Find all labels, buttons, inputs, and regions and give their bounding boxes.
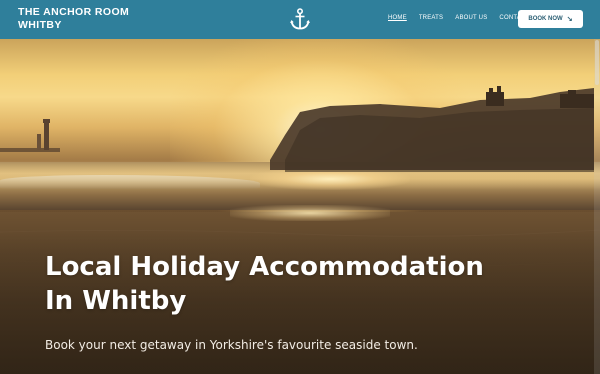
anchor-icon[interactable] xyxy=(289,8,311,31)
nav-link-about-us[interactable]: ABOUT US xyxy=(455,14,487,22)
page-scrollbar-track[interactable] xyxy=(594,39,600,374)
book-now-label: BOOK NOW xyxy=(528,16,563,22)
hero-headline-line-2: In Whitby xyxy=(45,286,187,316)
lighthouse xyxy=(44,122,49,150)
lighthouse-small xyxy=(37,134,41,150)
church xyxy=(560,94,594,108)
brand-line-1: THE ANCHOR ROOM xyxy=(18,6,130,18)
pier xyxy=(0,148,60,152)
nav-link-home[interactable]: HOME xyxy=(388,14,407,22)
hero-subheadline: Book your next getaway in Yorkshire's fa… xyxy=(45,338,418,352)
site-brand[interactable]: THE ANCHOR ROOM WHITBY xyxy=(18,6,129,32)
lighthouse-top xyxy=(43,119,50,123)
headland-shadow xyxy=(285,108,594,172)
arrow-down-right-icon: ↘ xyxy=(566,16,573,23)
hero-headline: Local Holiday Accommodation In Whitby xyxy=(45,250,565,318)
hero-headline-line-1: Local Holiday Accommodation xyxy=(45,252,484,282)
nav-link-treats[interactable]: TREATS xyxy=(419,14,443,22)
book-now-button[interactable]: BOOK NOW ↘ xyxy=(518,10,583,28)
abbey-ruin xyxy=(486,92,504,106)
page-scrollbar-thumb[interactable] xyxy=(595,40,599,85)
brand-line-2: WHITBY xyxy=(18,19,62,31)
top-navigation-bar: THE ANCHOR ROOM WHITBY HOME TREATS ABOUT… xyxy=(0,0,600,39)
